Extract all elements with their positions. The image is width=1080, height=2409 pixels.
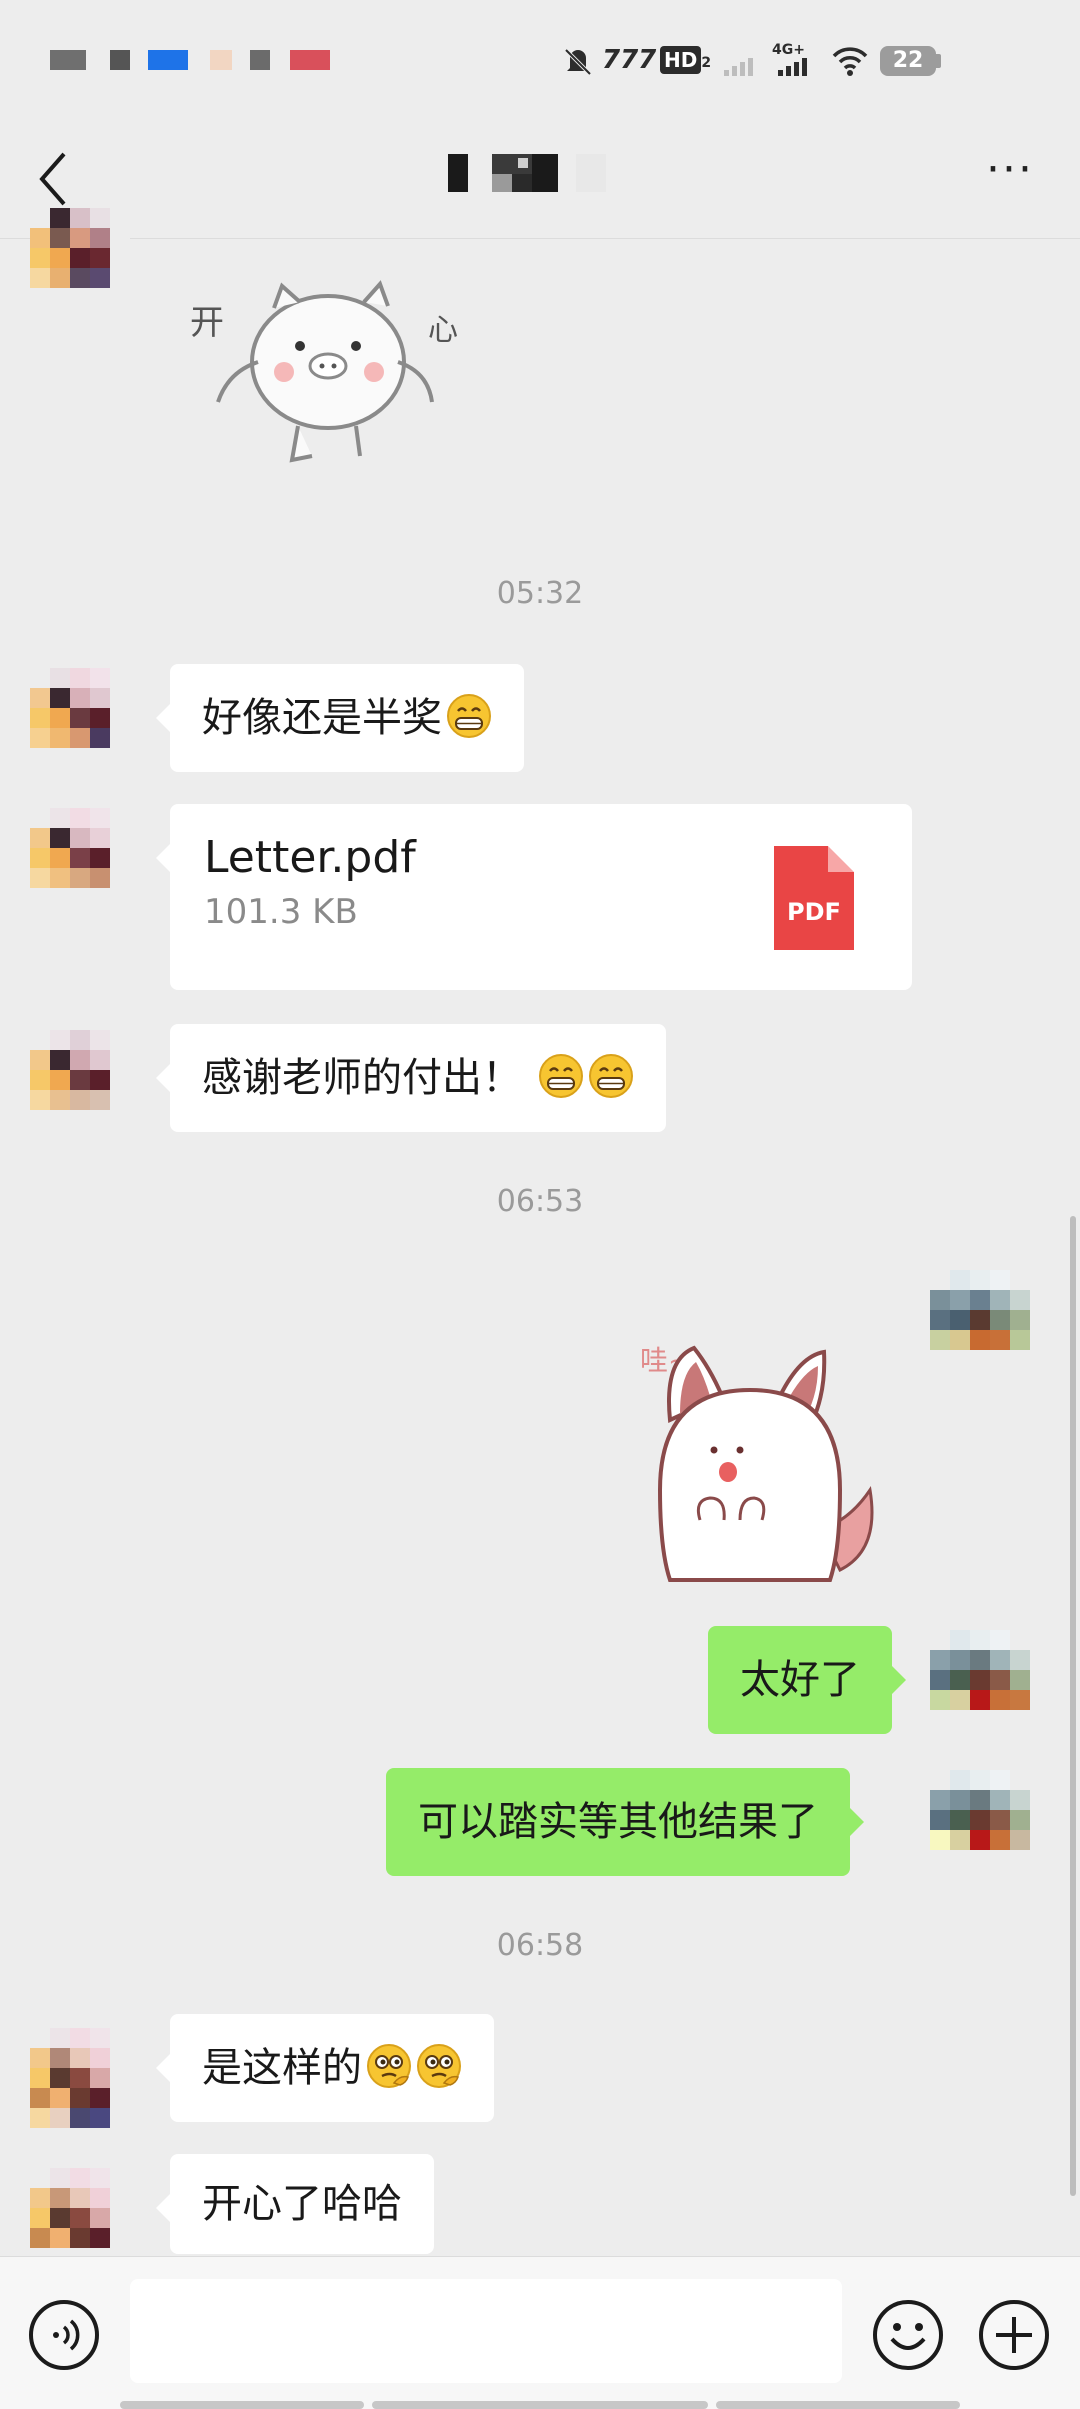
- contact-avatar[interactable]: [30, 808, 130, 908]
- pig-sticker[interactable]: 开 心: [178, 262, 478, 472]
- thinking-emoji-icon: [417, 2044, 461, 2088]
- message-bubble[interactable]: 感谢老师的付出！: [156, 1024, 666, 1132]
- message-bubble[interactable]: 开心了哈哈: [156, 2154, 434, 2254]
- pdf-label: PDF: [787, 898, 841, 926]
- my-avatar[interactable]: [930, 1770, 1030, 1870]
- message-text: 可以踏实等其他结果了: [418, 1799, 818, 1845]
- my-avatar[interactable]: [930, 1630, 1030, 1730]
- input-bar: [0, 2256, 1080, 2409]
- grin-emoji-icon: [447, 694, 491, 738]
- my-message-bubble[interactable]: 太好了: [708, 1626, 906, 1734]
- file-message[interactable]: Letter.pdf 101.3 KB PDF: [156, 804, 912, 990]
- notification-icon: [290, 50, 330, 70]
- emoji-picker-icon[interactable]: [870, 2297, 946, 2373]
- grin-emoji-icon: [589, 1054, 633, 1098]
- battery-tip: [936, 54, 941, 68]
- message-text: 是这样的: [202, 2045, 362, 2091]
- more-options-button[interactable]: ···: [970, 148, 1050, 210]
- grin-emoji-icon: [539, 1054, 583, 1098]
- my-avatar[interactable]: [930, 1270, 1030, 1370]
- scrollbar[interactable]: [1070, 1216, 1076, 2196]
- message-input[interactable]: [130, 2279, 842, 2383]
- message-text: 太好了: [740, 1657, 860, 1703]
- message-bubble[interactable]: 好像还是半奖: [156, 664, 524, 772]
- voice-input-icon[interactable]: [26, 2297, 102, 2373]
- file-name: Letter.pdf: [204, 832, 416, 883]
- back-arrow-icon[interactable]: [28, 144, 88, 214]
- cat-sticker[interactable]: 哇~: [630, 1320, 900, 1600]
- more-functions-plus-icon[interactable]: [976, 2297, 1052, 2373]
- title-censor-blocks: [448, 154, 606, 192]
- timestamp: 05:32: [496, 576, 584, 611]
- contact-avatar[interactable]: [30, 668, 130, 768]
- carrier-signal-icon: 777: [602, 45, 657, 75]
- thinking-emoji-icon: [367, 2044, 411, 2088]
- message-text: 好像还是半奖: [202, 695, 442, 741]
- chat-title: [448, 152, 628, 194]
- battery-icon: 22: [880, 46, 936, 76]
- pdf-file-icon: PDF: [774, 846, 854, 950]
- sticker-text-xin: 心: [428, 313, 458, 348]
- hd-icon: HD 2: [660, 40, 711, 83]
- status-bar: 777 HD 2 4G+ 22: [0, 0, 1080, 120]
- signal-weak-icon: [724, 58, 753, 76]
- notification-icon: [50, 50, 86, 70]
- contact-avatar[interactable]: [30, 208, 130, 308]
- message-text: 感谢老师的付出！: [202, 1055, 522, 1101]
- sticker-text-kai: 开: [190, 303, 224, 343]
- message-bubble[interactable]: 是这样的: [156, 2014, 494, 2122]
- timestamp: 06:53: [496, 1184, 584, 1219]
- timestamp: 06:58: [496, 1928, 584, 1963]
- 4g-signal-icon: 4G+: [772, 42, 807, 76]
- mute-icon: [564, 48, 592, 76]
- chat-header: ···: [0, 120, 1080, 239]
- file-size: 101.3 KB: [204, 892, 358, 932]
- my-message-bubble[interactable]: 可以踏实等其他结果了: [386, 1768, 864, 1876]
- notification-icon: [110, 50, 130, 70]
- contact-avatar[interactable]: [30, 1030, 130, 1130]
- notification-icon: [210, 50, 232, 70]
- contact-avatar[interactable]: [30, 2168, 130, 2268]
- notification-icon: [148, 50, 188, 70]
- contact-avatar[interactable]: [30, 2028, 130, 2128]
- svg-text:4G+: 4G+: [772, 42, 805, 58]
- message-text: 开心了哈哈: [202, 2181, 402, 2227]
- notification-icon: [250, 50, 270, 70]
- wifi-icon: [832, 47, 868, 76]
